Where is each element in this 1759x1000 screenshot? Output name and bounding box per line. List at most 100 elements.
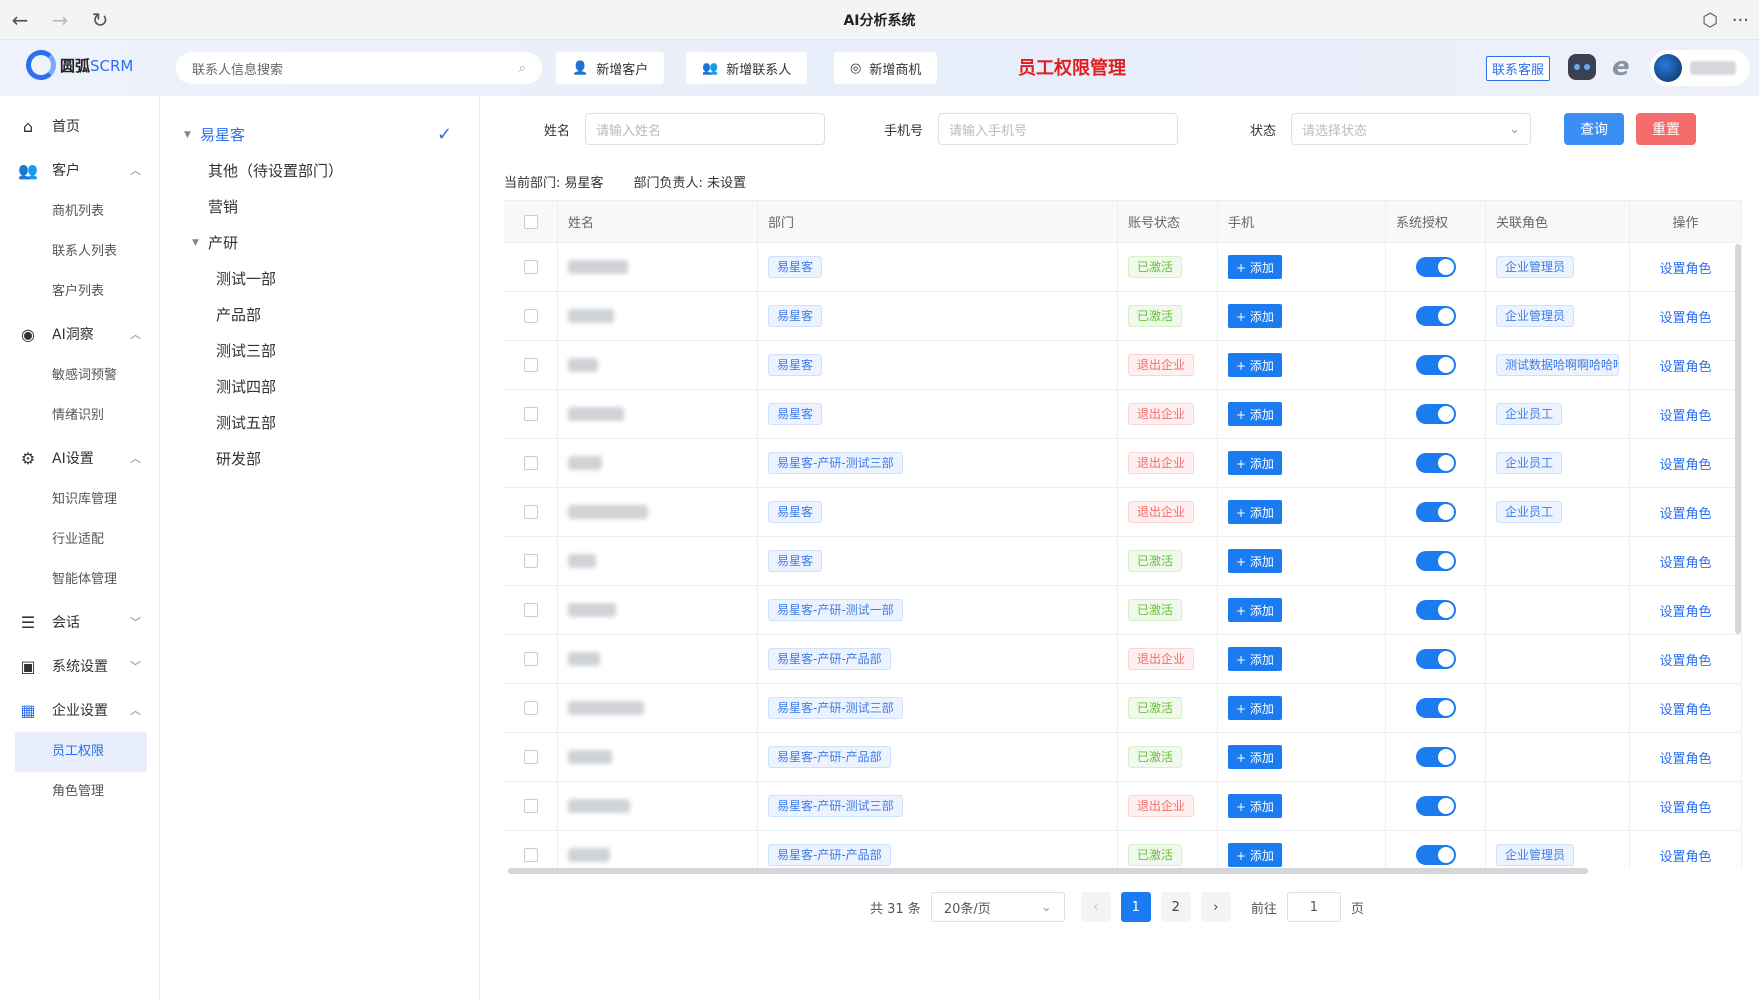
set-role-link[interactable]: 设置角色 [1659, 405, 1711, 424]
sidebar-item-sensitive-words[interactable]: 敏感词预警 [0, 356, 159, 396]
search-input[interactable]: 联系人信息搜索 ⌕ [176, 52, 542, 84]
tree-node[interactable]: 产品部 [216, 304, 261, 325]
auth-toggle[interactable] [1415, 453, 1456, 473]
prev-page-button[interactable]: ‹ [1080, 892, 1111, 922]
row-checkbox[interactable] [523, 260, 538, 274]
auth-toggle[interactable] [1415, 306, 1456, 326]
add-phone-button[interactable]: + 添加 [1228, 255, 1282, 279]
forward-icon[interactable]: → [40, 0, 80, 40]
caret-down-icon[interactable]: ▼ [184, 130, 194, 140]
horizontal-scrollbar[interactable] [504, 868, 1742, 874]
sidebar-item-home[interactable]: ⌂ 首页 [0, 104, 159, 148]
add-phone-button[interactable]: + 添加 [1228, 451, 1282, 475]
select-all-checkbox[interactable] [523, 214, 538, 229]
page-size-select[interactable]: 20条/页 ⌄ [930, 892, 1065, 922]
tree-node[interactable]: 其他（待设置部门） [208, 160, 343, 181]
sidebar-item-emotion[interactable]: 情绪识别 [0, 396, 159, 436]
next-page-button[interactable]: › [1200, 892, 1231, 922]
tree-node[interactable]: 测试三部 [216, 340, 276, 361]
sidebar-item-knowledge[interactable]: 知识库管理 [0, 480, 159, 520]
reset-button[interactable]: 重置 [1636, 113, 1696, 145]
page-button-1[interactable]: 1 [1120, 892, 1151, 922]
settings-icon[interactable]: ⬡ [1702, 10, 1718, 31]
search-icon[interactable]: ⌕ [519, 61, 526, 76]
sidebar-item-contacts[interactable]: 联系人列表 [0, 232, 159, 272]
row-checkbox[interactable] [523, 603, 538, 617]
set-role-link[interactable]: 设置角色 [1659, 258, 1711, 277]
sidebar-item-staff-permissions[interactable]: 员工权限 [15, 732, 147, 772]
query-button[interactable]: 查询 [1564, 113, 1624, 145]
sidebar-item-system[interactable]: ▣ 系统设置 ﹀ [0, 644, 159, 688]
browser-icon[interactable]: e [1612, 52, 1630, 82]
set-role-link[interactable]: 设置角色 [1659, 601, 1711, 620]
robot-icon[interactable] [1568, 54, 1596, 80]
set-role-link[interactable]: 设置角色 [1659, 699, 1711, 718]
sidebar-item-customer[interactable]: 👥 客户 ︿ [0, 148, 159, 192]
add-phone-button[interactable]: + 添加 [1228, 304, 1282, 328]
sidebar-item-roles[interactable]: 角色管理 [0, 772, 159, 812]
page-button-2[interactable]: 2 [1160, 892, 1191, 922]
set-role-link[interactable]: 设置角色 [1659, 356, 1711, 375]
status-select[interactable]: 请选择状态 ⌄ [1291, 113, 1531, 145]
add-phone-button[interactable]: + 添加 [1228, 598, 1282, 622]
row-checkbox[interactable] [523, 848, 538, 862]
sidebar-item-ai-settings[interactable]: ⚙ AI设置 ︿ [0, 436, 159, 480]
auth-toggle[interactable] [1415, 257, 1456, 277]
add-customer-button[interactable]: 👤 新增客户 [556, 52, 665, 84]
set-role-link[interactable]: 设置角色 [1659, 650, 1711, 669]
add-phone-button[interactable]: + 添加 [1228, 794, 1282, 818]
sidebar-item-customers[interactable]: 客户列表 [0, 272, 159, 312]
phone-input[interactable]: 请输入手机号 [938, 113, 1178, 145]
vertical-scrollbar[interactable] [1735, 244, 1741, 634]
row-checkbox[interactable] [523, 358, 538, 372]
tree-node[interactable]: 营销 [208, 196, 238, 217]
auth-toggle[interactable] [1415, 649, 1456, 669]
set-role-link[interactable]: 设置角色 [1659, 748, 1711, 767]
add-phone-button[interactable]: + 添加 [1228, 745, 1282, 769]
sidebar-item-industry[interactable]: 行业适配 [0, 520, 159, 560]
row-checkbox[interactable] [523, 456, 538, 470]
add-opportunity-button[interactable]: ◎ 新增商机 [834, 52, 938, 84]
tree-node[interactable]: ▼ 产研 [192, 232, 238, 253]
auth-toggle[interactable] [1415, 600, 1456, 620]
tree-node[interactable]: 测试五部 [216, 412, 276, 433]
auth-toggle[interactable] [1415, 551, 1456, 571]
sidebar-item-chat[interactable]: ☰ 会话 ﹀ [0, 600, 159, 644]
add-phone-button[interactable]: + 添加 [1228, 647, 1282, 671]
auth-toggle[interactable] [1415, 502, 1456, 522]
auth-toggle[interactable] [1415, 404, 1456, 424]
tree-node[interactable]: 测试四部 [216, 376, 276, 397]
auth-toggle[interactable] [1415, 747, 1456, 767]
row-checkbox[interactable] [523, 309, 538, 323]
row-checkbox[interactable] [523, 750, 538, 764]
name-input[interactable]: 请输入姓名 [585, 113, 825, 145]
add-phone-button[interactable]: + 添加 [1228, 500, 1282, 524]
set-role-link[interactable]: 设置角色 [1659, 846, 1711, 865]
auth-toggle[interactable] [1415, 796, 1456, 816]
back-icon[interactable]: ← [0, 0, 40, 40]
add-contact-button[interactable]: 👥 新增联系人 [686, 52, 808, 84]
add-phone-button[interactable]: + 添加 [1228, 402, 1282, 426]
caret-down-icon[interactable]: ▼ [192, 238, 202, 248]
tree-node[interactable]: 测试一部 [216, 268, 276, 289]
set-role-link[interactable]: 设置角色 [1659, 454, 1711, 473]
row-checkbox[interactable] [523, 799, 538, 813]
sidebar-item-enterprise[interactable]: ▦ 企业设置 ︿ [0, 688, 159, 732]
row-checkbox[interactable] [523, 407, 538, 421]
add-phone-button[interactable]: + 添加 [1228, 549, 1282, 573]
user-menu[interactable] [1650, 50, 1750, 86]
set-role-link[interactable]: 设置角色 [1659, 552, 1711, 571]
add-phone-button[interactable]: + 添加 [1228, 353, 1282, 377]
more-icon[interactable]: ··· [1732, 10, 1749, 31]
tree-node[interactable]: 研发部 [216, 448, 261, 469]
refresh-icon[interactable]: ↻ [80, 0, 120, 40]
set-role-link[interactable]: 设置角色 [1659, 503, 1711, 522]
add-phone-button[interactable]: + 添加 [1228, 843, 1282, 867]
sidebar-item-agents[interactable]: 智能体管理 [0, 560, 159, 600]
row-checkbox[interactable] [523, 554, 538, 568]
set-role-link[interactable]: 设置角色 [1659, 307, 1711, 326]
add-phone-button[interactable]: + 添加 [1228, 696, 1282, 720]
row-checkbox[interactable] [523, 652, 538, 666]
row-checkbox[interactable] [523, 505, 538, 519]
customer-service-button[interactable]: 联系客服 [1486, 56, 1551, 81]
